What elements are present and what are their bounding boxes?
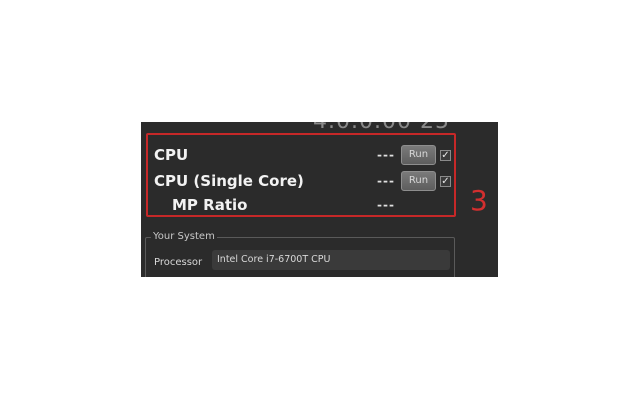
screenshot-stage: 4.0.0.00 25 CPU --- Run ✓ CPU (Single Co… [0,0,640,400]
your-system-legend: Your System [151,231,217,242]
processor-field[interactable]: Intel Core i7-6700T CPU [212,250,450,270]
benchmark-score-single-core: --- [377,174,395,188]
benchmark-row-mp-ratio: MP Ratio --- [148,193,454,217]
benchmark-label-single-core: CPU (Single Core) [154,172,304,190]
checkbox-cpu[interactable]: ✓ [440,149,451,161]
benchmark-row-single-core: CPU (Single Core) --- Run ✓ [148,169,454,193]
run-single-core-button[interactable]: Run [401,171,436,191]
benchmark-label-mp-ratio: MP Ratio [172,196,248,214]
benchmark-label-cpu: CPU [154,146,189,164]
checkbox-single-core[interactable]: ✓ [440,175,451,187]
benchmark-score-cpu: --- [377,148,395,162]
your-system-group: Your System Processor Intel Core i7-6700… [145,231,455,277]
benchmark-panel: 4.0.0.00 25 CPU --- Run ✓ CPU (Single Co… [141,122,498,277]
benchmark-row-cpu: CPU --- Run ✓ [148,143,454,167]
benchmark-score-mp-ratio: --- [377,198,395,212]
benchmark-highlight-box: CPU --- Run ✓ CPU (Single Core) --- Run … [146,133,456,217]
processor-label: Processor [154,257,203,268]
run-cpu-button[interactable]: Run [401,145,436,165]
section-number-annotation: 3 [470,184,488,217]
